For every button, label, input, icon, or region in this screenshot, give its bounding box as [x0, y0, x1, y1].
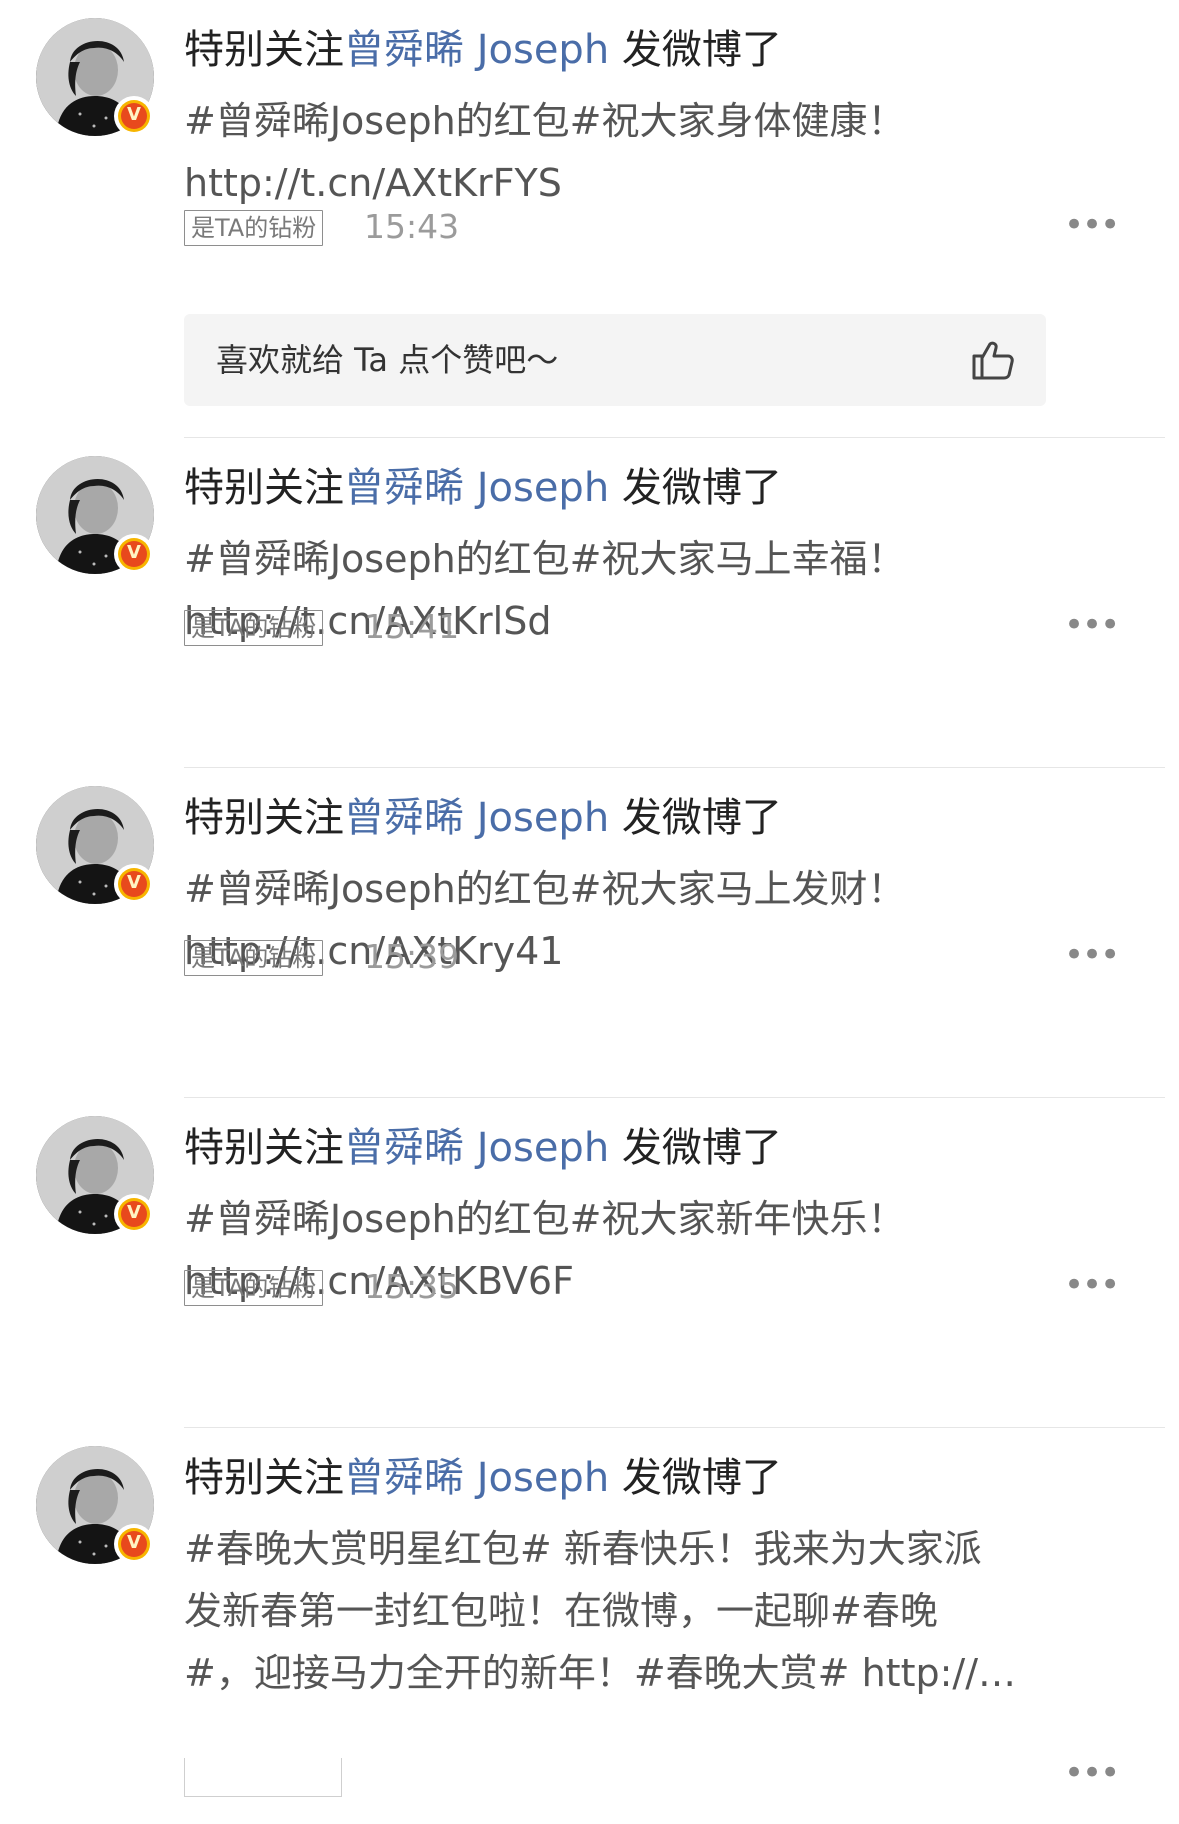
fan-badge: 是TA的钻粉 — [184, 610, 324, 646]
verified-v-icon: V — [114, 1194, 154, 1234]
title-suffix: 发微博了 — [621, 1455, 782, 1501]
title-prefix: 特别关注 — [184, 465, 344, 511]
card-meta: 是TA的钻粉 15:41 ••• — [184, 607, 1142, 648]
post-time: 15:41 — [364, 607, 460, 646]
verified-glyph: V — [121, 103, 147, 129]
title-suffix: 发微博了 — [621, 465, 782, 511]
username-link[interactable]: 曾舜晞 Joseph — [344, 27, 609, 73]
post-body-line: #曾舜晞Joseph的红包#祝大家马上发财！ — [184, 867, 906, 911]
post-body-line: #曾舜晞Joseph的红包#祝大家马上幸福！ — [184, 537, 906, 581]
card-title: 特别关注曾舜晞 Joseph 发微博了 — [184, 1450, 782, 1506]
card-meta: 是TA的钻粉 15:43 ••• — [184, 207, 1142, 248]
username-link[interactable]: 曾舜晞 Joseph — [344, 1455, 609, 1501]
post-time: 15:43 — [364, 207, 460, 246]
verified-v-icon: V — [114, 534, 154, 574]
feed-card[interactable]: V 特别关注曾舜晞 Joseph 发微博了 #春晚大赏明星红包# 新春快乐！我来… — [0, 1428, 1179, 1824]
more-dots-icon[interactable]: ••• — [1064, 1268, 1120, 1308]
verified-glyph: V — [121, 871, 147, 897]
feed-card[interactable]: V 特别关注曾舜晞 Joseph 发微博了 #曾舜晞Joseph的红包#祝大家新… — [0, 1098, 1179, 1428]
post-body-line: #，迎接马力全开的新年！#春晚大赏# http://… — [184, 1651, 1017, 1695]
verified-v-icon: V — [114, 1524, 154, 1564]
card-meta: 是TA的钻粉 15:39 ••• — [184, 937, 1142, 978]
post-body[interactable]: #曾舜晞Joseph的红包#祝大家身体健康！ http://t.cn/AXtKr… — [184, 90, 1044, 214]
avatar[interactable]: V — [36, 456, 154, 574]
feed-card[interactable]: V 特别关注曾舜晞 Joseph 发微博了 #曾舜晞Joseph的红包#祝大家身… — [0, 0, 1179, 438]
title-prefix: 特别关注 — [184, 27, 344, 73]
post-time: 15:35 — [364, 1267, 460, 1306]
card-meta: 是TA的钻粉 15:35 ••• — [184, 1267, 1142, 1308]
username-link[interactable]: 曾舜晞 Joseph — [344, 465, 609, 511]
post-body-line: 发新春第一封红包啦！在微博，一起聊#春晚 — [184, 1589, 938, 1633]
more-dots-icon[interactable]: ••• — [1064, 208, 1120, 248]
title-prefix: 特别关注 — [184, 1125, 344, 1171]
avatar[interactable]: V — [36, 18, 154, 136]
post-link[interactable]: http://t.cn/AXtKrFYS — [184, 152, 1044, 214]
feed-card[interactable]: V 特别关注曾舜晞 Joseph 发微博了 #曾舜晞Joseph的红包#祝大家马… — [0, 438, 1179, 768]
fan-badge-placeholder — [184, 1758, 342, 1797]
fan-badge: 是TA的钻粉 — [184, 1270, 324, 1306]
avatar[interactable]: V — [36, 786, 154, 904]
card-title: 特别关注曾舜晞 Joseph 发微博了 — [184, 1120, 782, 1176]
verified-v-icon: V — [114, 96, 154, 136]
fan-badge: 是TA的钻粉 — [184, 210, 324, 246]
more-dots-icon[interactable]: ••• — [1064, 608, 1120, 648]
username-link[interactable]: 曾舜晞 Joseph — [344, 795, 609, 841]
fan-badge: 是TA的钻粉 — [184, 940, 324, 976]
avatar[interactable]: V — [36, 1116, 154, 1234]
notification-feed: V 特别关注曾舜晞 Joseph 发微博了 #曾舜晞Joseph的红包#祝大家身… — [0, 0, 1179, 1824]
verified-glyph: V — [121, 541, 147, 567]
more-dots-icon[interactable]: ••• — [1064, 1756, 1120, 1796]
feed-card[interactable]: V 特别关注曾舜晞 Joseph 发微博了 #曾舜晞Joseph的红包#祝大家马… — [0, 768, 1179, 1098]
post-body-line: #曾舜晞Joseph的红包#祝大家新年快乐！ — [184, 1197, 906, 1241]
thumbs-up-icon[interactable] — [968, 336, 1016, 384]
title-suffix: 发微博了 — [621, 1125, 782, 1171]
card-meta: ••• — [184, 1756, 1142, 1797]
title-prefix: 特别关注 — [184, 1455, 344, 1501]
like-prompt-bar[interactable]: 喜欢就给 Ta 点个赞吧～ — [184, 314, 1046, 406]
title-prefix: 特别关注 — [184, 795, 344, 841]
post-body-line: #春晚大赏明星红包# 新春快乐！我来为大家派 — [184, 1527, 982, 1571]
post-body[interactable]: #春晚大赏明星红包# 新春快乐！我来为大家派 发新春第一封红包啦！在微博，一起聊… — [184, 1518, 1044, 1704]
title-suffix: 发微博了 — [621, 795, 782, 841]
username-link[interactable]: 曾舜晞 Joseph — [344, 1125, 609, 1171]
verified-v-icon: V — [114, 864, 154, 904]
post-time: 15:39 — [364, 937, 460, 976]
title-suffix: 发微博了 — [621, 27, 782, 73]
post-body-line: #曾舜晞Joseph的红包#祝大家身体健康！ — [184, 99, 906, 143]
card-title: 特别关注曾舜晞 Joseph 发微博了 — [184, 790, 782, 846]
more-dots-icon[interactable]: ••• — [1064, 938, 1120, 978]
card-title: 特别关注曾舜晞 Joseph 发微博了 — [184, 22, 782, 78]
like-prompt-text: 喜欢就给 Ta 点个赞吧～ — [216, 341, 559, 379]
avatar[interactable]: V — [36, 1446, 154, 1564]
verified-glyph: V — [121, 1531, 147, 1557]
card-title: 特别关注曾舜晞 Joseph 发微博了 — [184, 460, 782, 516]
verified-glyph: V — [121, 1201, 147, 1227]
